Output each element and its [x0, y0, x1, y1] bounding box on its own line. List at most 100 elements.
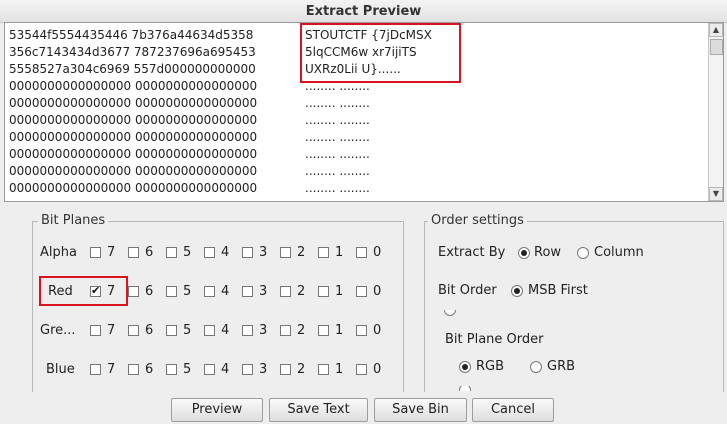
preview-row: 0000000000000000 0000000000000000.......…	[9, 95, 432, 112]
preview-hex: 356c7143434d3677 787237696a695453	[9, 45, 256, 59]
preview-row: 0000000000000000 0000000000000000.......…	[9, 129, 432, 146]
save-text-button[interactable]: Save Text	[269, 398, 368, 422]
preview-hex: 0000000000000000 0000000000000000	[9, 130, 258, 144]
bit-checkbox[interactable]	[204, 247, 215, 258]
bit-label: 5	[183, 245, 192, 260]
bit-label: 7	[107, 245, 116, 260]
bit-checkbox[interactable]	[318, 325, 329, 336]
scroll-up-icon[interactable]: ▲	[709, 23, 723, 37]
bit-checkbox[interactable]	[128, 247, 139, 258]
bit-checkbox[interactable]	[204, 286, 215, 297]
bit-checkbox[interactable]	[318, 286, 329, 297]
bit-label: 5	[183, 284, 192, 299]
bit-checkbox[interactable]	[356, 325, 367, 336]
channel-label-0: Alpha	[40, 245, 77, 260]
bit-order-msb-label[interactable]: MSB First	[528, 283, 588, 298]
plane-order-more-options-clipped	[459, 386, 549, 391]
cancel-button[interactable]: Cancel	[472, 398, 554, 422]
bit-checkbox[interactable]	[166, 325, 177, 336]
bit-checkbox[interactable]	[90, 247, 101, 258]
preview-hex: 0000000000000000 0000000000000000	[9, 147, 258, 161]
bit-label: 0	[373, 362, 382, 377]
plane-order-grb-label[interactable]: GRB	[547, 359, 575, 374]
preview-row: 0000000000000000 0000000000000000.......…	[9, 163, 432, 180]
bit-checkbox[interactable]	[356, 286, 367, 297]
preview-hex: 0000000000000000 0000000000000000	[9, 181, 258, 195]
save-bin-button[interactable]: Save Bin	[374, 398, 467, 422]
bit-label: 3	[259, 323, 268, 338]
preview-hex: 53544f5554435446 7b376a44634d5358	[9, 28, 254, 42]
bit-checkbox[interactable]	[204, 325, 215, 336]
bit-checkbox[interactable]	[204, 364, 215, 375]
extract-by-row-label[interactable]: Row	[534, 245, 561, 260]
bit-label: 1	[335, 323, 344, 338]
bit-label: 4	[221, 323, 230, 338]
extract-by-column-radio[interactable]	[577, 247, 589, 259]
preview-ascii: ........ ........	[305, 181, 370, 195]
preview-hex: 0000000000000000 0000000000000000	[9, 79, 258, 93]
bit-checkbox[interactable]	[280, 364, 291, 375]
bit-label: 7	[107, 362, 116, 377]
preview-row: 0000000000000000 0000000000000000.......…	[9, 180, 432, 197]
preview-ascii: ........ ........	[305, 96, 370, 110]
bit-checkbox[interactable]	[128, 325, 139, 336]
preview-button[interactable]: Preview	[171, 398, 263, 422]
extract-by-label: Extract By	[438, 245, 506, 260]
bit-label: 1	[335, 362, 344, 377]
preview-hex: 0000000000000000 0000000000000000	[9, 96, 258, 110]
bit-checkbox[interactable]	[90, 364, 101, 375]
plane-order-grb-radio[interactable]	[530, 361, 542, 373]
preview-hex: 5558527a304c6969 557d000000000000	[9, 62, 256, 76]
scroll-thumb[interactable]	[710, 39, 723, 55]
bit-order-lsb-option-clipped[interactable]	[444, 310, 544, 317]
window-title: Extract Preview	[305, 4, 422, 19]
bit-label: 2	[297, 323, 306, 338]
bit-checkbox[interactable]	[318, 364, 329, 375]
bit-checkbox[interactable]	[90, 325, 101, 336]
bit-checkbox[interactable]	[242, 286, 253, 297]
bit-label: 6	[145, 323, 154, 338]
bit-label: 7	[107, 323, 116, 338]
preview-ascii: ........ ........	[305, 147, 370, 161]
bit-checkbox[interactable]	[242, 247, 253, 258]
bit-label: 2	[297, 284, 306, 299]
bit-planes-title: Bit Planes	[38, 213, 109, 228]
bit-label: 4	[221, 284, 230, 299]
bit-order-label: Bit Order	[438, 283, 497, 298]
bit-checkbox[interactable]	[242, 364, 253, 375]
bit-order-msb-radio[interactable]	[511, 285, 523, 297]
scroll-down-icon[interactable]: ▼	[709, 187, 723, 201]
bit-checkbox[interactable]	[280, 286, 291, 297]
bit-checkbox[interactable]	[128, 286, 139, 297]
bit-checkbox[interactable]	[280, 325, 291, 336]
bit-plane-order-label: Bit Plane Order	[445, 332, 544, 347]
bit-label: 5	[183, 362, 192, 377]
extract-by-row-radio[interactable]	[518, 247, 530, 259]
preview-hex: 0000000000000000 0000000000000000	[9, 164, 258, 178]
channel-label-2: Gre...	[40, 323, 76, 338]
title-bar: Extract Preview	[0, 0, 727, 23]
preview-row: 0000000000000000 0000000000000000.......…	[9, 112, 432, 129]
bit-checkbox[interactable]	[356, 364, 367, 375]
bit-checkbox[interactable]	[356, 247, 367, 258]
bit-checkbox[interactable]	[166, 286, 177, 297]
plane-order-rgb-label[interactable]: RGB	[476, 359, 504, 374]
bit-label: 0	[373, 323, 382, 338]
bit-checkbox[interactable]	[166, 364, 177, 375]
preview-ascii: ........ ........	[305, 130, 370, 144]
preview-ascii: ........ ........	[305, 164, 370, 178]
bit-checkbox[interactable]	[166, 247, 177, 258]
bit-checkbox[interactable]	[128, 364, 139, 375]
bit-checkbox[interactable]	[318, 247, 329, 258]
bit-label: 3	[259, 245, 268, 260]
plane-order-rgb-radio[interactable]	[459, 361, 471, 373]
bit-label: 6	[145, 245, 154, 260]
bit-label: 3	[259, 362, 268, 377]
bit-label: 6	[145, 284, 154, 299]
bit-checkbox[interactable]	[280, 247, 291, 258]
bit-planes-panel	[32, 221, 404, 392]
bit-checkbox[interactable]	[242, 325, 253, 336]
extract-by-column-label[interactable]: Column	[594, 245, 644, 260]
vertical-scrollbar[interactable]: ▲ ▼	[708, 23, 723, 201]
preview-row: 0000000000000000 0000000000000000.......…	[9, 146, 432, 163]
